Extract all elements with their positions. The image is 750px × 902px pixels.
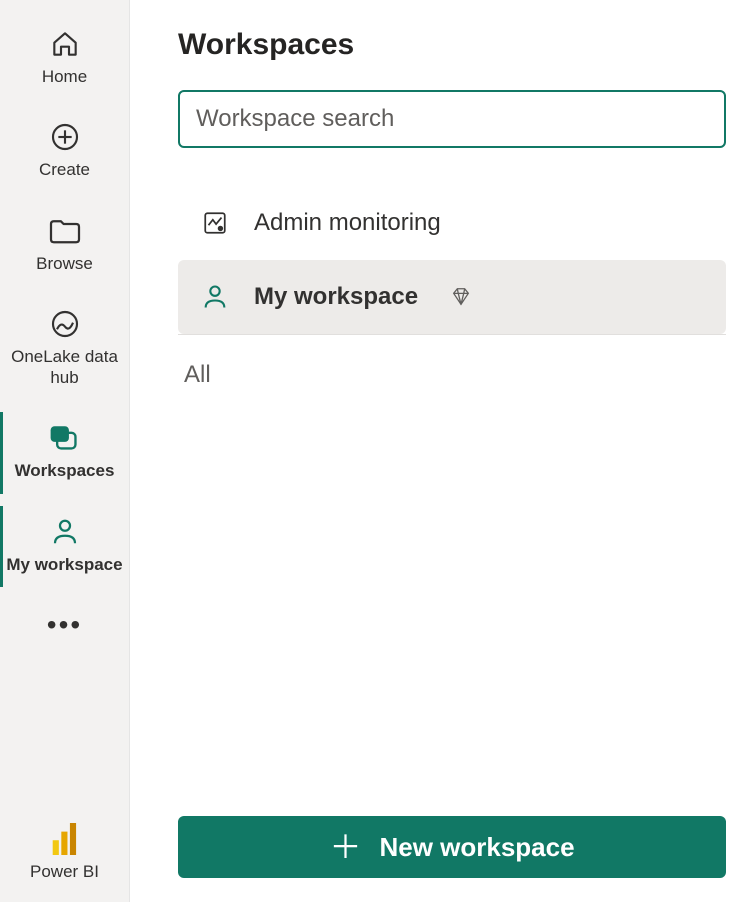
onelake-icon: [47, 306, 83, 342]
new-workspace-button[interactable]: ＋ New workspace: [178, 816, 726, 878]
nav-label-onelake: OneLake data hub: [4, 346, 125, 389]
person-icon: [47, 514, 83, 550]
nav-label-my-workspace: My workspace: [6, 554, 122, 575]
section-all-label: All: [178, 361, 726, 389]
nav-item-create[interactable]: Create: [0, 105, 129, 198]
workspaces-icon: [47, 420, 83, 456]
workspace-item-admin-monitoring[interactable]: Admin monitoring: [178, 186, 726, 260]
nav-item-browse[interactable]: Browse: [0, 199, 129, 292]
plus-icon: ＋: [329, 831, 361, 863]
powerbi-icon: [47, 821, 83, 857]
person-icon: [200, 283, 230, 311]
monitoring-icon: [200, 210, 230, 236]
plus-circle-icon: [47, 119, 83, 155]
workspaces-panel: Workspaces Admin monitoring My works: [130, 0, 750, 902]
nav-item-more[interactable]: •••: [0, 593, 129, 661]
workspace-search-input[interactable]: [178, 90, 726, 148]
new-workspace-label: New workspace: [379, 832, 574, 863]
nav-label-create: Create: [39, 159, 90, 180]
workspace-item-label: Admin monitoring: [254, 209, 441, 237]
nav-label-workspaces: Workspaces: [15, 460, 115, 481]
nav-item-my-workspace[interactable]: My workspace: [0, 500, 129, 593]
workspace-item-label: My workspace: [254, 283, 418, 311]
nav-item-powerbi[interactable]: Power BI: [0, 807, 129, 902]
nav-item-onelake[interactable]: OneLake data hub: [0, 292, 129, 407]
folder-icon: [47, 213, 83, 249]
nav-label-home: Home: [42, 66, 87, 87]
diamond-icon: [450, 286, 472, 308]
nav-label-powerbi: Power BI: [30, 861, 99, 882]
nav-label-browse: Browse: [36, 253, 93, 274]
search-wrap: [178, 90, 726, 148]
left-nav-rail: Home Create Browse OneLake data hub: [0, 0, 130, 902]
home-icon: [47, 26, 83, 62]
workspace-item-my-workspace[interactable]: My workspace: [178, 260, 726, 334]
workspace-list: Admin monitoring My workspace: [178, 186, 726, 335]
nav-item-workspaces[interactable]: Workspaces: [0, 406, 129, 499]
nav-item-home[interactable]: Home: [0, 12, 129, 105]
page-title: Workspaces: [178, 28, 726, 62]
more-dots-icon: •••: [47, 607, 83, 643]
